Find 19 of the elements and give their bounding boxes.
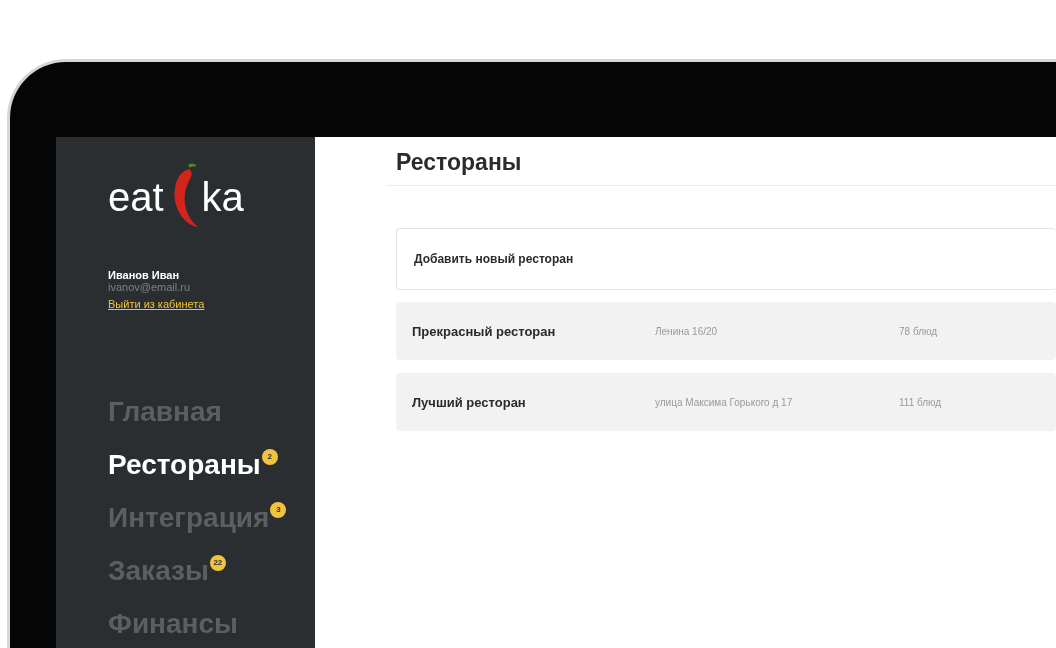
logout-link[interactable]: Выйти из кабинета [108, 298, 205, 310]
count-badge: 2 [261, 449, 278, 465]
user-name: Иванов Иван [108, 269, 181, 281]
logo-text: ka [201, 177, 244, 221]
nav-link[interactable]: Рестораны [108, 447, 261, 483]
restaurant-name: Лучший ресторан [412, 394, 527, 410]
restaurant-address: Ленина 16/20 [655, 325, 719, 337]
restaurant-row[interactable]: Лучший ресторан улица Максима Горького д 17 111 блюд [396, 373, 1056, 431]
restaurant-address: улица Максима Горького д 17 [655, 396, 794, 408]
user-email: ivanov@email.ru [108, 281, 192, 293]
dish-count: 78 блюд [899, 325, 938, 337]
page-title: Рестораны [396, 148, 523, 177]
restaurant-row[interactable]: Прекрасный ресторан Ленина 16/20 78 блюд [396, 302, 1056, 360]
logo-text: eat [108, 177, 164, 221]
dish-count: 111 блюд [899, 396, 942, 408]
count-badge: 3 [270, 502, 287, 518]
count-badge: 22 [209, 555, 226, 571]
add-restaurant-button[interactable]: Добавить новый ресторан [396, 228, 1056, 290]
restaurant-name: Прекрасный ресторан [412, 323, 557, 339]
